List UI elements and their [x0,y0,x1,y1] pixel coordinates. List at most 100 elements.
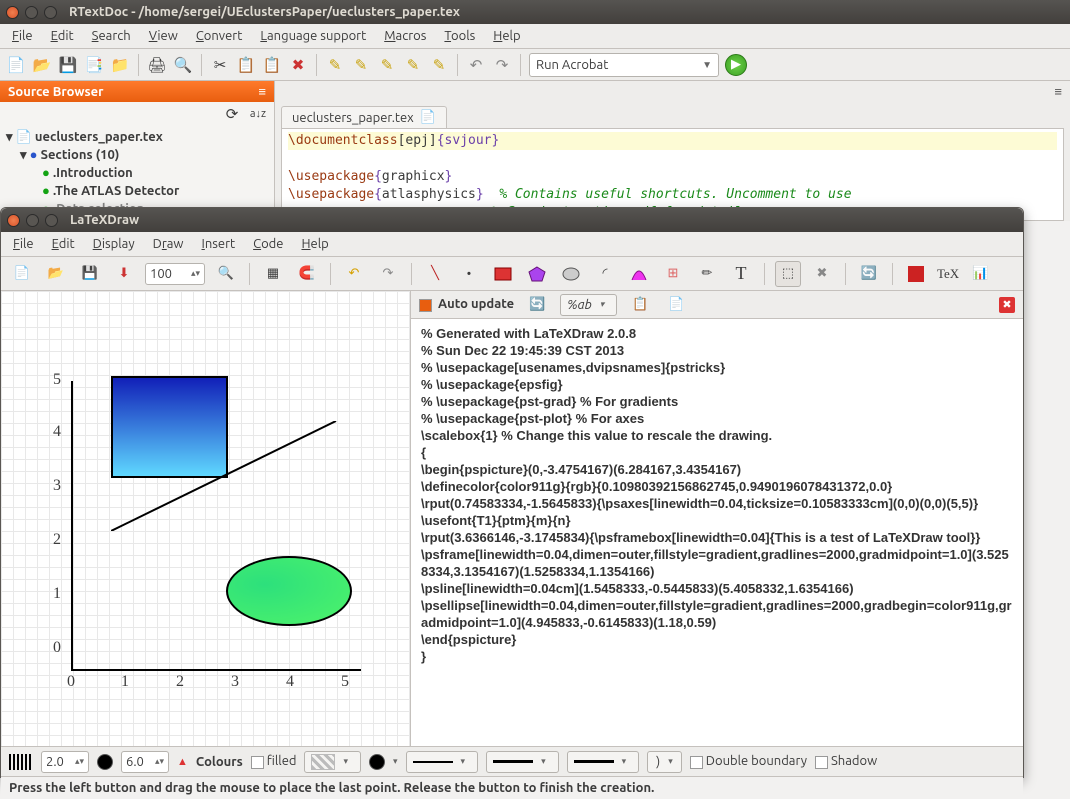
percent-ab[interactable]: %ab [560,294,617,316]
lineend2-dropdown[interactable] [567,751,640,773]
undo-icon[interactable]: ↶ [341,261,367,287]
delete-icon[interactable]: ✖ [288,55,308,75]
open-file-icon[interactable]: 📂 [32,55,52,75]
sort-icon[interactable]: a↓z [248,104,268,124]
corner-dropdown[interactable]: ) [647,751,682,773]
source-browser-header[interactable]: Source Browser ≡ [0,81,274,102]
new-file-icon[interactable]: 📄 [6,55,26,75]
up-icon[interactable]: ▲ [177,756,188,768]
wand4-icon[interactable]: ✎ [403,55,423,75]
shadow-checkbox[interactable]: Shadow [815,754,877,768]
window-close-icon[interactable] [7,214,20,227]
rect-tool-icon[interactable] [490,261,516,287]
grid-icon[interactable]: ▦ [260,261,286,287]
open-icon[interactable]: 📂 [43,261,69,287]
grid2-icon[interactable]: ⊞ [660,261,686,287]
copy2-icon[interactable]: 📋 [236,55,256,75]
folder-icon[interactable]: 📁 [110,55,130,75]
editor-panel-grip[interactable]: ≡ [275,81,1070,102]
tree-item[interactable]: ● .The ATLAS Detector [6,182,268,200]
menu-search[interactable]: Search [84,26,139,46]
wand2-icon[interactable]: ✎ [351,55,371,75]
dot-tool-icon[interactable]: • [456,261,482,287]
zoom-icon[interactable]: 🔍 [213,261,239,287]
zoom-spinbox[interactable]: 100▴▾ [145,263,205,285]
save-icon[interactable]: 💾 [77,261,103,287]
text-tool-icon[interactable]: T [728,261,754,287]
tree-item[interactable]: ● .Introduction [6,164,268,182]
menu-convert[interactable]: Convert [188,26,251,46]
color1-swatch[interactable] [97,754,113,770]
ld-menu-file[interactable]: File [5,234,42,254]
tex-label[interactable]: TeX [937,261,959,287]
tree-root[interactable]: ▾ 📄 ueclusters_paper.tex [6,128,268,146]
menu-macros[interactable]: Macros [376,26,434,46]
value-spinbox[interactable]: 6.0▴▾ [121,751,169,773]
window-maximize-icon[interactable] [44,6,57,19]
window-close-icon[interactable] [6,6,19,19]
run-command-combo[interactable]: Run Acrobat ▼ [529,53,719,77]
thickness-spinbox[interactable]: 2.0▴▾ [41,751,89,773]
refresh-icon[interactable]: ⟳ [222,104,242,124]
print-icon[interactable]: 🖨 [147,55,167,75]
wand1-icon[interactable]: ✎ [325,55,345,75]
preview-icon[interactable]: 🔍 [173,55,193,75]
menu-tools[interactable]: Tools [436,26,483,46]
lineend1-dropdown[interactable] [486,751,559,773]
redo-icon[interactable]: ↷ [492,55,512,75]
freehand-icon[interactable]: ✏ [694,261,720,287]
window-maximize-icon[interactable] [45,214,58,227]
bezier-tool-icon[interactable] [626,261,652,287]
doc-icon[interactable]: 📄 [663,292,689,318]
stop-icon[interactable] [903,261,929,287]
undo-icon[interactable]: ↶ [466,55,486,75]
pdf-icon[interactable]: ⬇ [111,261,137,287]
editor-tab[interactable]: ueclusters_paper.tex 📄 [281,106,447,128]
select-tool-icon[interactable]: ⬚ [775,261,801,287]
paste-icon[interactable]: 📋 [262,55,282,75]
ld-menu-help[interactable]: Help [293,234,336,254]
auto-update-checkbox[interactable]: Auto update [419,297,514,311]
ld-menu-code[interactable]: Code [245,234,291,254]
copy-code-icon[interactable]: 📋 [627,292,653,318]
cut-icon[interactable]: ✂ [210,55,230,75]
color2-swatch[interactable] [369,754,385,770]
hatch-icon[interactable] [9,754,33,770]
polygon-tool-icon[interactable] [524,261,550,287]
wand5-icon[interactable]: ✎ [429,55,449,75]
colours-button[interactable]: Colours [196,755,243,769]
generated-code[interactable]: % Generated with LaTeXDraw 2.0.8 % Sun D… [411,319,1023,746]
shape-rectangle[interactable] [111,376,228,478]
refresh-code-icon[interactable]: 🔄 [524,292,550,318]
delete-tool-icon[interactable]: ✖ [809,261,835,287]
chart-icon[interactable]: 📊 [967,261,993,287]
pattern-dropdown[interactable] [304,751,361,773]
ld-menu-insert[interactable]: Insert [194,234,244,254]
window-minimize-icon[interactable] [26,214,39,227]
wand3-icon[interactable]: ✎ [377,55,397,75]
menu-view[interactable]: View [141,26,186,46]
menu-help[interactable]: Help [485,26,528,46]
new-icon[interactable]: 📄 [9,261,35,287]
ld-menu-edit[interactable]: Edit [44,234,83,254]
ld-menu-draw[interactable]: Draw [145,234,192,254]
run-button[interactable]: ▶ [725,54,747,76]
menu-language[interactable]: Language support [252,26,374,46]
rotate-icon[interactable]: 🔄 [856,261,882,287]
close-code-icon[interactable]: ✖ [999,297,1015,313]
shape-ellipse[interactable] [226,556,352,626]
drawing-canvas[interactable]: 5 4 3 2 1 0 0 1 2 3 4 5 [1,291,411,746]
line-tool-icon[interactable]: ╲ [422,261,448,287]
window-minimize-icon[interactable] [25,6,38,19]
ellipse-tool-icon[interactable] [558,261,584,287]
ld-menu-display[interactable]: Display [85,234,143,254]
linestyle-dropdown[interactable] [406,751,479,773]
save-icon[interactable]: 💾 [58,55,78,75]
double-boundary-checkbox[interactable]: Double boundary [690,754,807,768]
copy-icon[interactable]: 📑 [84,55,104,75]
arc-tool-icon[interactable]: ◜ [592,261,618,287]
magnet-icon[interactable]: 🧲 [294,261,320,287]
redo-icon[interactable]: ↷ [375,261,401,287]
menu-file[interactable]: File [4,26,41,46]
filled-checkbox[interactable]: filled [251,754,297,768]
